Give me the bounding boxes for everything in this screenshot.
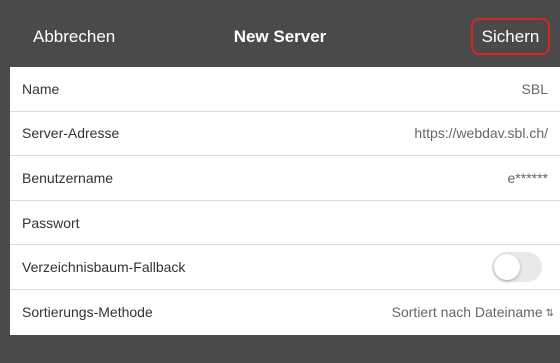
sort-method-value[interactable]: Sortiert nach Dateiname ⇅ [392,304,554,320]
server-settings-form: Name SBL Server-Adresse https://webdav.s… [10,67,560,335]
password-label: Passwort [22,214,80,231]
save-button-label: Sichern [481,26,540,46]
app-window: Abbrechen New Server Sichern Name SBL Se… [0,0,560,363]
server-address-field[interactable]: https://webdav.sbl.ch/ [414,125,548,141]
directory-tree-fallback-row: Verzeichnisbaum-Fallback [10,245,560,290]
directory-tree-fallback-toggle[interactable] [492,252,542,283]
name-row[interactable]: Name SBL [10,67,560,112]
navigation-bar: Abbrechen New Server Sichern [0,0,560,67]
save-button[interactable]: Sichern [471,18,550,55]
username-row[interactable]: Benutzername e****** [10,156,560,201]
password-row[interactable]: Passwort [10,201,560,246]
sort-method-label: Sortierungs-Methode [22,304,153,321]
name-field[interactable]: SBL [522,81,548,97]
directory-tree-fallback-label: Verzeichnisbaum-Fallback [22,259,186,276]
sort-arrows-icon: ⇅ [545,308,554,320]
toggle-knob [494,254,520,281]
name-label: Name [22,80,60,97]
server-address-row[interactable]: Server-Adresse https://webdav.sbl.ch/ [10,112,560,157]
bottom-bar [0,335,560,363]
username-field[interactable]: e****** [508,170,548,186]
sort-method-value-text: Sortiert nach Dateiname [391,304,543,321]
sort-method-row[interactable]: Sortierungs-Methode Sortiert nach Datein… [10,290,560,335]
username-label: Benutzername [22,169,114,186]
server-address-label: Server-Adresse [22,125,120,142]
